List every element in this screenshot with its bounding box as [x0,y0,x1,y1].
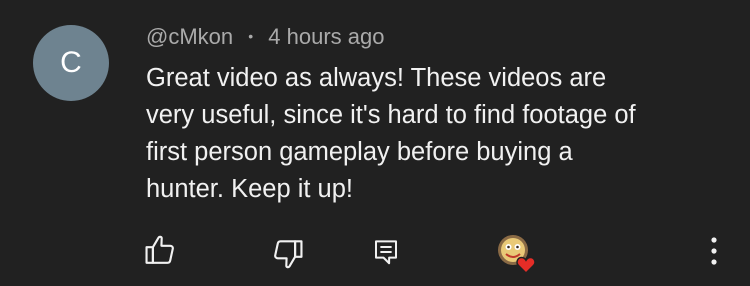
reply-icon [375,240,397,265]
more-options-button[interactable] [696,230,732,272]
thumbs-up-icon [145,235,174,264]
more-vertical-icon [711,237,717,265]
comment-actions [0,228,750,276]
author-name[interactable]: @cMkon [146,24,233,49]
comment: C @cMkon • 4 hours ago Great video as al… [0,0,750,286]
dislike-button[interactable] [268,234,308,274]
creator-heart [492,230,542,276]
reply-button[interactable] [366,232,406,272]
creator-heart-icon [498,235,536,275]
avatar[interactable]: C [33,25,109,101]
timestamp: 4 hours ago [268,24,385,49]
meta-separator: • [248,28,254,44]
like-button[interactable] [140,230,180,270]
comment-header: @cMkon • 4 hours ago [146,22,385,51]
comment-text: Great video as always! These videos are … [146,64,636,203]
thumbs-down-icon [274,240,303,269]
